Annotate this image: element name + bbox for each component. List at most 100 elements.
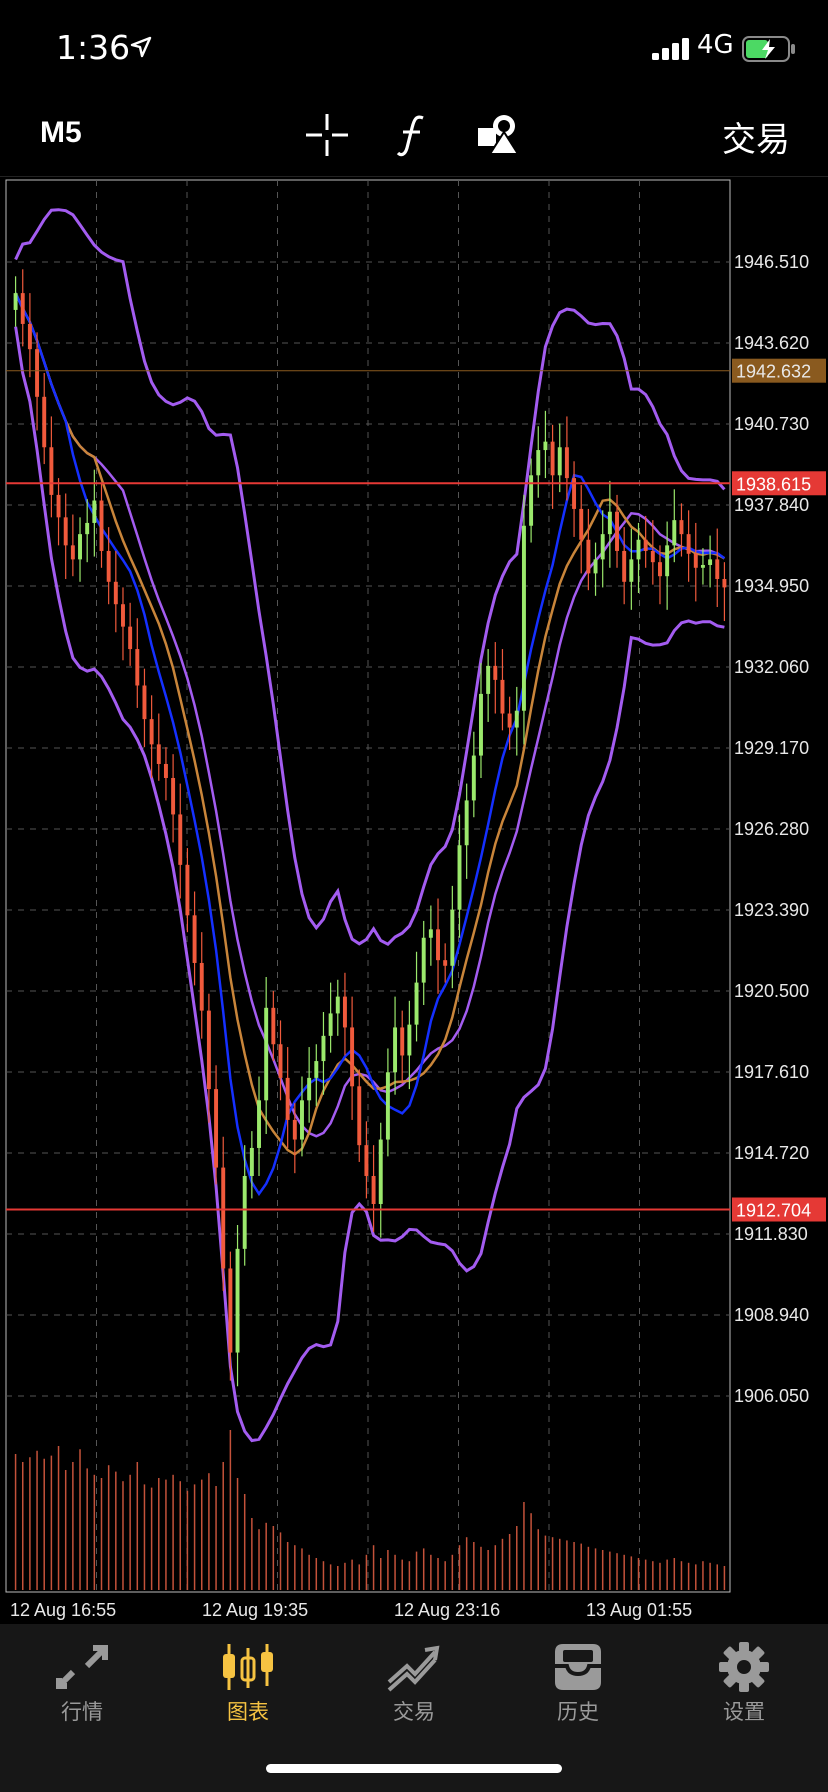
candle-body xyxy=(192,915,197,963)
candle-body xyxy=(178,814,183,865)
tab-history[interactable]: 历史 xyxy=(518,1642,638,1726)
candle-body xyxy=(13,293,18,310)
candle-body xyxy=(63,517,68,546)
candle-body xyxy=(121,604,125,627)
price-label: 1920.500 xyxy=(734,981,809,1001)
candle-body xyxy=(579,508,584,540)
candle-body xyxy=(357,1086,362,1146)
tab-trade-label: 交易 xyxy=(393,1700,435,1724)
tab-history-label: 历史 xyxy=(557,1700,599,1724)
candle-body xyxy=(242,1175,247,1249)
candle-body xyxy=(543,441,548,451)
bollinger-lower-line xyxy=(14,326,725,1443)
candle-body xyxy=(629,559,634,582)
candle-body xyxy=(615,511,619,551)
candle-body xyxy=(199,962,204,1011)
candle-body xyxy=(450,909,455,966)
price-label: 1929.170 xyxy=(734,738,809,758)
candle-body xyxy=(85,522,90,535)
candle-body xyxy=(693,553,698,568)
candle-body xyxy=(715,559,720,579)
status-bar: 1:36 4G xyxy=(0,0,828,100)
history-icon xyxy=(555,1644,601,1690)
candle-body xyxy=(428,929,433,938)
price-label: 1940.730 xyxy=(734,414,809,434)
candle-body xyxy=(658,562,662,577)
candle-body xyxy=(292,1119,297,1140)
timeframe-button[interactable]: M5 xyxy=(40,116,82,150)
candle-body xyxy=(214,1089,219,1168)
chart-icon xyxy=(223,1644,273,1690)
candle-body xyxy=(171,777,176,815)
candle-body xyxy=(35,349,40,397)
candle-body xyxy=(249,1147,254,1176)
time-label: 12 Aug 16:55 xyxy=(10,1600,116,1620)
candle-body xyxy=(156,744,161,764)
candle-body xyxy=(722,578,727,588)
tab-trade[interactable]: 交易 xyxy=(354,1642,474,1726)
price-marker-label: 1942.632 xyxy=(736,362,811,382)
candle-body xyxy=(257,1100,261,1148)
quotes-icon xyxy=(56,1645,108,1689)
candle-body xyxy=(636,539,641,560)
tab-quotes-label: 行情 xyxy=(61,1700,103,1724)
candle-body xyxy=(378,1139,383,1205)
price-chart[interactable]: 1946.510 1943.620 1940.730 1937.840 1934.950… xyxy=(0,176,828,1624)
candle-body xyxy=(600,534,605,560)
candle-body xyxy=(228,1268,233,1353)
candle-body xyxy=(557,447,562,476)
candle-body xyxy=(307,1077,312,1101)
tab-quotes[interactable]: 行情 xyxy=(22,1642,142,1726)
tab-settings[interactable]: 设置 xyxy=(684,1642,804,1726)
candle-body xyxy=(500,679,505,714)
candle-body xyxy=(471,755,476,801)
crosshair-icon[interactable] xyxy=(304,112,350,158)
candle-body xyxy=(371,1175,376,1205)
candle-body xyxy=(350,1027,355,1087)
candle-body xyxy=(679,520,684,535)
home-indicator xyxy=(266,1764,562,1773)
candle-body xyxy=(643,539,648,551)
candle-body xyxy=(521,525,526,711)
trade-button[interactable]: 交易 xyxy=(722,112,790,161)
candle-body xyxy=(70,545,75,560)
candle-body xyxy=(163,763,168,778)
candle-body xyxy=(314,1061,319,1078)
price-label: 1914.720 xyxy=(734,1143,809,1163)
candle-body xyxy=(142,685,147,720)
candle-body xyxy=(328,1013,333,1036)
price-label: 1926.280 xyxy=(734,819,809,839)
candle-body xyxy=(507,713,512,728)
candle-body xyxy=(479,693,483,756)
candle-body xyxy=(271,1007,276,1045)
candle-body xyxy=(135,649,140,686)
candle-body xyxy=(550,441,555,476)
candle-body xyxy=(385,1072,390,1140)
network-type: 4G xyxy=(697,30,734,60)
candle-body xyxy=(27,323,32,350)
candle-body xyxy=(300,1100,304,1140)
location-arrow-icon xyxy=(130,36,152,58)
candle-body xyxy=(185,864,190,916)
candle-body xyxy=(622,550,627,582)
battery-charging-icon xyxy=(742,36,795,62)
indicators-function-icon[interactable] xyxy=(390,112,436,158)
price-marker-label: 1912.704 xyxy=(736,1201,811,1221)
objects-shapes-icon[interactable] xyxy=(476,112,522,158)
candle-body xyxy=(686,534,691,554)
candle-body xyxy=(278,1044,283,1078)
candle-body xyxy=(407,1024,412,1056)
candle-body xyxy=(78,534,82,560)
chart-toolbar: M5 交易 xyxy=(0,100,828,177)
candle-body xyxy=(285,1077,290,1120)
candle-body xyxy=(264,1007,269,1101)
candle-body xyxy=(113,581,118,605)
candle-body xyxy=(514,710,519,728)
tab-chart[interactable]: 图表 xyxy=(188,1642,308,1726)
candle-body xyxy=(421,937,426,983)
tab-settings-label: 设置 xyxy=(723,1700,765,1724)
price-label: 1908.940 xyxy=(734,1305,809,1325)
time-label: 12 Aug 23:16 xyxy=(394,1600,500,1620)
candle-body xyxy=(650,550,655,563)
candle-body xyxy=(149,719,154,745)
